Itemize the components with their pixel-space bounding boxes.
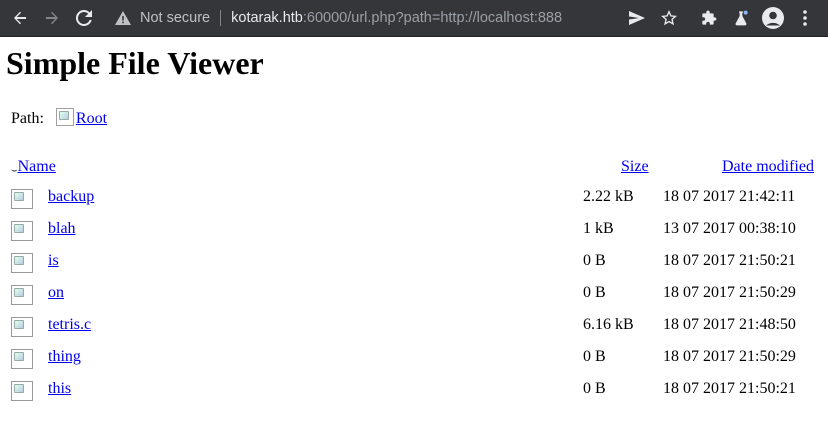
security-status-label[interactable]: Not secure <box>140 10 210 26</box>
address-separator <box>220 10 222 26</box>
date-header-link[interactable]: Date modified <box>722 158 814 175</box>
file-size: 0 B <box>583 284 606 301</box>
file-icon <box>11 317 33 337</box>
file-icon <box>11 381 33 401</box>
send-icon <box>629 11 645 25</box>
file-date: 18 07 2017 21:50:29 <box>663 284 796 301</box>
table-row: blah 1 kB 13 07 2017 00:38:10 <box>0 218 828 250</box>
table-row: thing 0 B 18 07 2017 21:50:29 <box>0 346 828 378</box>
extensions-button[interactable] <box>698 7 720 29</box>
reload-button[interactable] <box>74 8 94 28</box>
size-column-header[interactable]: Size <box>621 158 649 176</box>
file-date: 18 07 2017 21:50:29 <box>663 348 796 365</box>
file-icon <box>11 285 33 305</box>
browser-toolbar: Not secure kotarak.htb:60000/url.php?pat… <box>0 0 828 37</box>
flask-icon <box>735 10 748 26</box>
page-title: Simple File Viewer <box>6 45 264 81</box>
file-date: 18 07 2017 21:50:21 <box>663 380 796 397</box>
file-name-link[interactable]: on <box>48 284 64 302</box>
size-header-link[interactable]: Size <box>621 158 649 175</box>
file-icon <box>11 189 33 209</box>
file-size: 0 B <box>583 380 606 397</box>
path-breadcrumb: Path: Root <box>11 108 107 128</box>
table-row: on 0 B 18 07 2017 21:50:29 <box>0 282 828 314</box>
file-date: 18 07 2017 21:48:50 <box>663 316 796 333</box>
file-size: 2.22 kB <box>583 188 634 205</box>
warning-icon <box>114 9 132 27</box>
address-bar[interactable]: Not secure kotarak.htb:60000/url.php?pat… <box>108 5 680 31</box>
puzzle-icon <box>702 10 717 25</box>
reload-icon <box>76 10 92 26</box>
file-name-link[interactable]: tetris.c <box>48 316 91 334</box>
avatar-icon <box>762 7 784 29</box>
file-date: 13 07 2017 00:38:10 <box>663 220 796 237</box>
file-icon <box>11 253 33 273</box>
menu-button[interactable] <box>794 7 816 29</box>
path-label: Path: <box>11 110 44 127</box>
file-icon <box>11 221 33 241</box>
forward-button[interactable] <box>42 8 62 28</box>
file-size: 0 B <box>583 348 606 365</box>
date-column-header[interactable]: Date modified <box>722 158 814 176</box>
file-icon <box>11 349 33 369</box>
file-size: 1 kB <box>583 220 614 237</box>
back-arrow-icon <box>14 11 26 25</box>
root-link-label[interactable]: Root <box>76 110 107 128</box>
star-icon <box>661 10 677 26</box>
labs-button[interactable] <box>730 7 752 29</box>
broken-image-icon <box>55 108 74 126</box>
url-host[interactable]: kotarak.htb <box>231 10 303 26</box>
root-link[interactable]: Root <box>55 108 107 128</box>
file-size: 0 B <box>583 252 606 269</box>
name-column-header[interactable]: ⌣Name <box>11 158 56 176</box>
table-row: this 0 B 18 07 2017 21:50:21 <box>0 378 828 410</box>
file-name-link[interactable]: blah <box>48 220 76 238</box>
back-button[interactable] <box>10 8 30 28</box>
table-row: backup 2.22 kB 18 07 2017 21:42:11 <box>0 186 828 218</box>
kebab-menu-icon <box>803 10 807 26</box>
file-date: 18 07 2017 21:42:11 <box>663 188 796 205</box>
url-path[interactable]: :60000/url.php?path=http://localhost:888 <box>303 10 562 26</box>
sort-icon: ⌣ <box>11 165 18 176</box>
file-name-link[interactable]: is <box>48 252 59 270</box>
name-header-link[interactable]: Name <box>18 158 56 175</box>
file-name-link[interactable]: backup <box>48 188 94 206</box>
bookmark-button[interactable] <box>658 7 680 29</box>
file-name-link[interactable]: thing <box>48 348 81 366</box>
profile-button[interactable] <box>762 7 784 29</box>
send-tab-button[interactable] <box>626 7 648 29</box>
table-row: tetris.c 6.16 kB 18 07 2017 21:48:50 <box>0 314 828 346</box>
table-row: is 0 B 18 07 2017 21:50:21 <box>0 250 828 282</box>
file-date: 18 07 2017 21:50:21 <box>663 252 796 269</box>
forward-arrow-icon <box>46 11 58 25</box>
file-name-link[interactable]: this <box>48 380 71 398</box>
file-size: 6.16 kB <box>583 316 634 333</box>
